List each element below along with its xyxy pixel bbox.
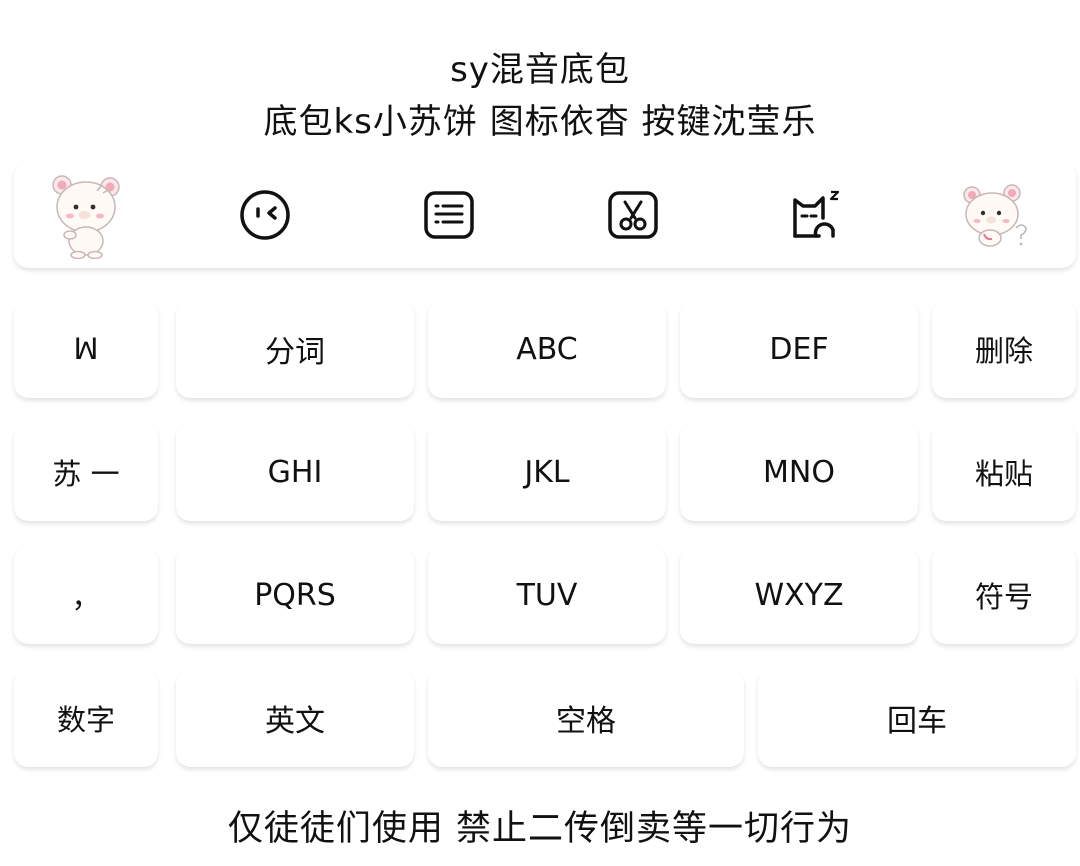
symbol-key[interactable]: 符号 (932, 546, 1076, 644)
key-tuv[interactable]: TUV (428, 546, 666, 644)
keyboard-toolbar (14, 162, 1076, 268)
key-pqrs[interactable]: PQRS (176, 546, 414, 644)
keyboard-icon[interactable] (396, 162, 502, 268)
header-credits: 底包ks小苏饼 图标依杳 按键沈莹乐 (263, 102, 817, 142)
key-mno[interactable]: MNO (680, 423, 918, 521)
number-key[interactable]: 数字 (14, 669, 158, 767)
scissors-icon[interactable] (580, 162, 686, 268)
wink-face-icon[interactable] (212, 162, 318, 268)
key-icon[interactable]: ꟽ (14, 300, 158, 398)
key-segment[interactable]: 分词 (176, 300, 414, 398)
english-key[interactable]: 英文 (176, 669, 414, 767)
key-wxyz[interactable]: WXYZ (680, 546, 918, 644)
space-key[interactable]: 空格 (428, 669, 744, 767)
paste-key[interactable]: 粘贴 (932, 423, 1076, 521)
enter-key[interactable]: 回车 (758, 669, 1076, 767)
key-ghi[interactable]: GHI (176, 423, 414, 521)
header-title: sy混音底包 (450, 50, 630, 90)
comma-key[interactable]: ， (14, 546, 158, 644)
bear-sticker-icon[interactable] (34, 162, 140, 268)
key-def[interactable]: DEF (680, 300, 918, 398)
key-abc[interactable]: ABC (428, 300, 666, 398)
sleepy-cat-icon[interactable] (764, 162, 870, 268)
footer-notice: 仅徒徒们使用 禁止二传倒卖等一切行为 (227, 809, 853, 849)
bear-sticker-icon[interactable] (944, 162, 1050, 268)
key-su-yi[interactable]: 苏 一 (14, 423, 158, 521)
delete-key[interactable]: 删除 (932, 300, 1076, 398)
key-jkl[interactable]: JKL (428, 423, 666, 521)
